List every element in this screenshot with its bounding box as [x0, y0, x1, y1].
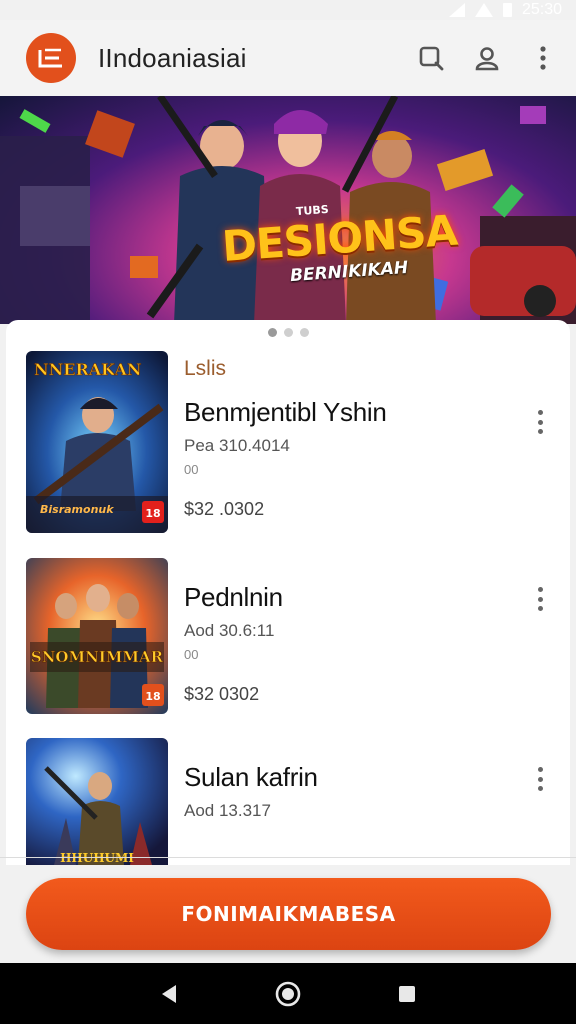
- item-price: $32 .0302: [184, 499, 265, 519]
- item-meta: Aod 13.317: [184, 801, 271, 820]
- thumb-title: HHUHUMI: [60, 851, 134, 865]
- item-meta: Pea 310.4014: [184, 436, 290, 455]
- list-item[interactable]: HHUHUMI Sulan kafrin Aod 13.317: [26, 738, 556, 865]
- signal-icon: [448, 3, 465, 17]
- pager-dot[interactable]: [267, 328, 277, 337]
- thumb-badge: 18: [145, 690, 160, 703]
- item-more-icon[interactable]: [530, 584, 550, 614]
- app-bar: IIndoaniasiai: [0, 20, 576, 96]
- item-title: Benmjentibl Yshin: [184, 397, 387, 427]
- app-title: IIndoaniasiai: [98, 42, 247, 73]
- screen: 25:30 IIndoaniasiai TUBS DESIONSA BERNIK…: [0, 0, 576, 1024]
- game-list-card: NNERAKAN Bisramonuk 18 Lslis Benmjentibl…: [6, 320, 570, 865]
- status-bar: 25:30: [0, 0, 576, 20]
- item-meta-secondary: 00: [184, 462, 199, 477]
- system-nav-bar: [0, 963, 576, 1024]
- section-label: Lslis: [184, 357, 227, 380]
- recents-icon[interactable]: [392, 979, 422, 1009]
- item-price: $32 0302: [184, 684, 260, 704]
- item-title: Pednlnin: [184, 582, 283, 612]
- item-meta-secondary: 00: [184, 647, 199, 662]
- thumb-badge: 18: [145, 507, 160, 520]
- thumb-title: SNOMNIMMAR: [31, 648, 164, 666]
- item-text: Lslis Benmjentibl Yshin Pea 310.4014 00 …: [184, 357, 387, 520]
- back-icon[interactable]: [154, 979, 184, 1009]
- game-thumbnail[interactable]: HHUHUMI: [26, 738, 168, 865]
- wifi-icon: [474, 3, 493, 17]
- banner-pager: [0, 328, 576, 337]
- status-time: 25:30: [521, 1, 562, 18]
- more-vert-icon[interactable]: [528, 43, 558, 73]
- app-logo-icon[interactable]: [26, 33, 76, 83]
- search-icon[interactable]: [416, 43, 446, 73]
- item-more-icon[interactable]: [530, 764, 550, 794]
- account-icon[interactable]: [472, 43, 502, 73]
- hero-banner[interactable]: TUBS DESIONSA BERNIKIKAH: [0, 96, 576, 324]
- item-meta: Aod 30.6:11: [184, 621, 275, 640]
- item-more-icon[interactable]: [530, 407, 550, 437]
- item-text: Pednlnin Aod 30.6:11 00 $32 0302: [184, 582, 283, 705]
- game-thumbnail[interactable]: NNERAKAN Bisramonuk 18: [26, 351, 168, 533]
- thumb-title: NNERAKAN: [34, 360, 141, 379]
- primary-cta-button[interactable]: FONIMAIKMABESA: [26, 878, 551, 950]
- divider: [0, 857, 576, 858]
- pager-dot[interactable]: [283, 328, 293, 337]
- home-icon[interactable]: [273, 979, 303, 1009]
- pager-dot[interactable]: [299, 328, 309, 337]
- battery-icon: [502, 3, 512, 17]
- banner-art: [0, 96, 576, 324]
- thumb-caption: Bisramonuk: [40, 503, 114, 516]
- item-title: Sulan kafrin: [184, 762, 318, 792]
- list-item[interactable]: SNOMNIMMAR 18 Pednlnin Aod 30.6:11 00 $3…: [26, 558, 556, 738]
- app-actions: [416, 43, 558, 73]
- item-text: Sulan kafrin Aod 13.317: [184, 762, 318, 821]
- game-thumbnail[interactable]: SNOMNIMMAR 18: [26, 558, 168, 714]
- list-item[interactable]: NNERAKAN Bisramonuk 18 Lslis Benmjentibl…: [26, 351, 556, 533]
